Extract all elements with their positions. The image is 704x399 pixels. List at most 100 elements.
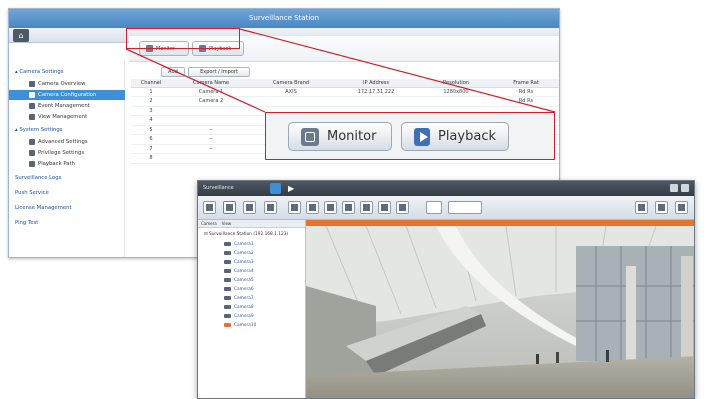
table-cell xyxy=(171,153,251,164)
column-header[interactable]: IP Address xyxy=(331,79,421,88)
layout-icon[interactable] xyxy=(342,201,355,214)
tree-camera-label: Camera6 xyxy=(234,287,254,292)
sidebar-item-advanced-settings[interactable]: Advanced Settings xyxy=(9,137,125,147)
sidebar-item-ping-test[interactable]: Ping Test xyxy=(15,218,131,228)
monitor-window: Surveillance ▶ Camera View ⊟ Surveillanc… xyxy=(197,180,695,399)
tree-camera-item[interactable]: Camera8 xyxy=(224,303,254,312)
sidebar-item-playback-path[interactable]: Playback Path xyxy=(9,159,125,169)
monitor-button-large[interactable]: Monitor xyxy=(288,122,392,151)
layout-icon[interactable] xyxy=(306,201,319,214)
tree-camera-item[interactable]: Camera7 xyxy=(224,294,254,303)
column-header[interactable]: Frame Rat xyxy=(491,79,559,88)
table-cell xyxy=(251,96,331,107)
tree-camera-label: Camera9 xyxy=(234,314,254,319)
table-cell xyxy=(171,106,251,116)
table-cell xyxy=(171,115,251,126)
monitor-tab-icon[interactable] xyxy=(270,183,281,194)
monitor-toolbar xyxy=(198,196,694,220)
close-icon[interactable] xyxy=(681,184,689,192)
table-cell xyxy=(421,96,491,107)
camera-config-icon xyxy=(29,91,35,98)
home-icon[interactable]: ⌂ xyxy=(13,29,29,42)
table-cell: 1280x800 xyxy=(421,87,491,97)
sidebar-item-privilege-settings[interactable]: Privilege Settings xyxy=(9,148,125,158)
table-cell: -- xyxy=(171,125,251,135)
column-header[interactable]: Camera Brand xyxy=(251,79,331,88)
add-button[interactable]: Add xyxy=(161,67,185,77)
tree-camera-label: Camera7 xyxy=(234,296,254,301)
tree-tab-bar: Camera View xyxy=(198,220,305,228)
column-header[interactable]: Camera Name xyxy=(171,79,251,88)
grid-3x3-icon[interactable] xyxy=(264,201,277,214)
tree-camera-label: Camera5 xyxy=(234,278,254,283)
table-cell: 7 xyxy=(131,144,171,154)
sidebar-item-push-service[interactable]: Push Service xyxy=(15,188,131,198)
camera-icon xyxy=(224,268,231,273)
layout-icon[interactable] xyxy=(324,201,337,214)
sequence-icon[interactable] xyxy=(426,201,442,214)
sidebar-item-license-management[interactable]: License Management xyxy=(15,203,131,213)
camera-icon xyxy=(224,313,231,318)
panel-toggle-icon[interactable] xyxy=(675,201,688,214)
sidebar-item-event-management[interactable]: Event Management xyxy=(9,101,125,111)
tree-camera-label: Camera1 xyxy=(234,242,254,247)
wrench-icon xyxy=(29,138,35,145)
layout-icon[interactable] xyxy=(396,201,409,214)
camera-icon xyxy=(224,304,231,309)
table-cell: -- xyxy=(171,144,251,154)
table-cell: Rd Rs xyxy=(491,87,559,97)
tree-camera-item[interactable]: Camera10 xyxy=(224,321,256,330)
tree-camera-label: Camera2 xyxy=(234,251,254,256)
monitor-icon xyxy=(301,127,319,146)
playback-icon[interactable]: ▶ xyxy=(288,183,294,194)
tree-camera-item[interactable]: Camera6 xyxy=(224,285,254,294)
sidebar-item-camera-overview[interactable]: Camera Overview xyxy=(9,79,125,89)
sidebar-item-view-management[interactable]: View Management xyxy=(9,112,125,122)
sidebar-item-camera-configuration[interactable]: Camera Configuration xyxy=(9,90,125,100)
zoom-select[interactable] xyxy=(448,201,482,214)
settings-icon[interactable] xyxy=(670,184,678,192)
user-icon xyxy=(29,149,35,156)
live-video-view[interactable] xyxy=(306,220,694,398)
tab-camera[interactable]: Camera xyxy=(201,220,217,227)
grid-2x2-icon[interactable] xyxy=(243,201,256,214)
table-row[interactable]: 2 Camera 2 Rd Rs xyxy=(131,96,559,107)
tree-camera-item[interactable]: Camera1 xyxy=(224,240,254,249)
camera-icon xyxy=(224,286,231,291)
layout-icon[interactable] xyxy=(288,201,301,214)
table-cell: Camera 1 xyxy=(171,87,251,97)
snapshot-icon[interactable] xyxy=(635,201,648,214)
table-cell: 8 xyxy=(131,153,171,164)
layout-toggle-icon[interactable] xyxy=(655,201,668,214)
table-cell: Rd Rs xyxy=(491,96,559,107)
event-icon xyxy=(29,102,35,109)
callout-zoom-box: Monitor Playback xyxy=(265,112,555,160)
layout-icon[interactable] xyxy=(378,201,391,214)
tree-camera-item[interactable]: Camera4 xyxy=(224,267,254,276)
tree-camera-item[interactable]: Camera3 xyxy=(224,258,254,267)
grid-icon xyxy=(29,113,35,120)
tree-camera-item[interactable]: Camera5 xyxy=(224,276,254,285)
column-header[interactable]: Channel xyxy=(131,79,171,88)
fullscreen-icon[interactable] xyxy=(203,201,216,214)
column-header[interactable]: Resolution xyxy=(421,79,491,88)
monitor-titlebar: Surveillance ▶ xyxy=(198,181,694,196)
table-row[interactable]: 1 Camera 1 AXIS 172.17.31.222 1280x800 Rd Rs xyxy=(131,87,559,97)
table-cell: 6 xyxy=(131,134,171,145)
layout-icon[interactable] xyxy=(360,201,373,214)
export-import-button[interactable]: Export / Import xyxy=(188,67,250,77)
sidebar-group-camera-settings[interactable]: ▴ Camera Settings xyxy=(15,67,131,77)
camera-icon xyxy=(224,277,231,282)
tree-camera-item[interactable]: Camera9 xyxy=(224,312,254,321)
window-title: Surveillance Station xyxy=(9,9,559,28)
grid-1x1-icon[interactable] xyxy=(223,201,236,214)
sidebar-item-surveillance-logs[interactable]: Surveillance Logs xyxy=(15,173,131,183)
monitor-title: Surveillance xyxy=(203,185,234,191)
tree-root[interactable]: ⊟ Surveillance Station (192.168.1.123) xyxy=(204,230,288,239)
tab-view[interactable]: View xyxy=(222,220,232,227)
playback-button-large[interactable]: Playback xyxy=(401,122,509,151)
tree-camera-item[interactable]: Camera2 xyxy=(224,249,254,258)
settings-sidebar: ▴ Camera Settings Camera Overview Camera… xyxy=(9,61,125,257)
sidebar-group-system-settings[interactable]: ▴ System Settings xyxy=(15,125,131,135)
camera-icon xyxy=(224,241,231,246)
